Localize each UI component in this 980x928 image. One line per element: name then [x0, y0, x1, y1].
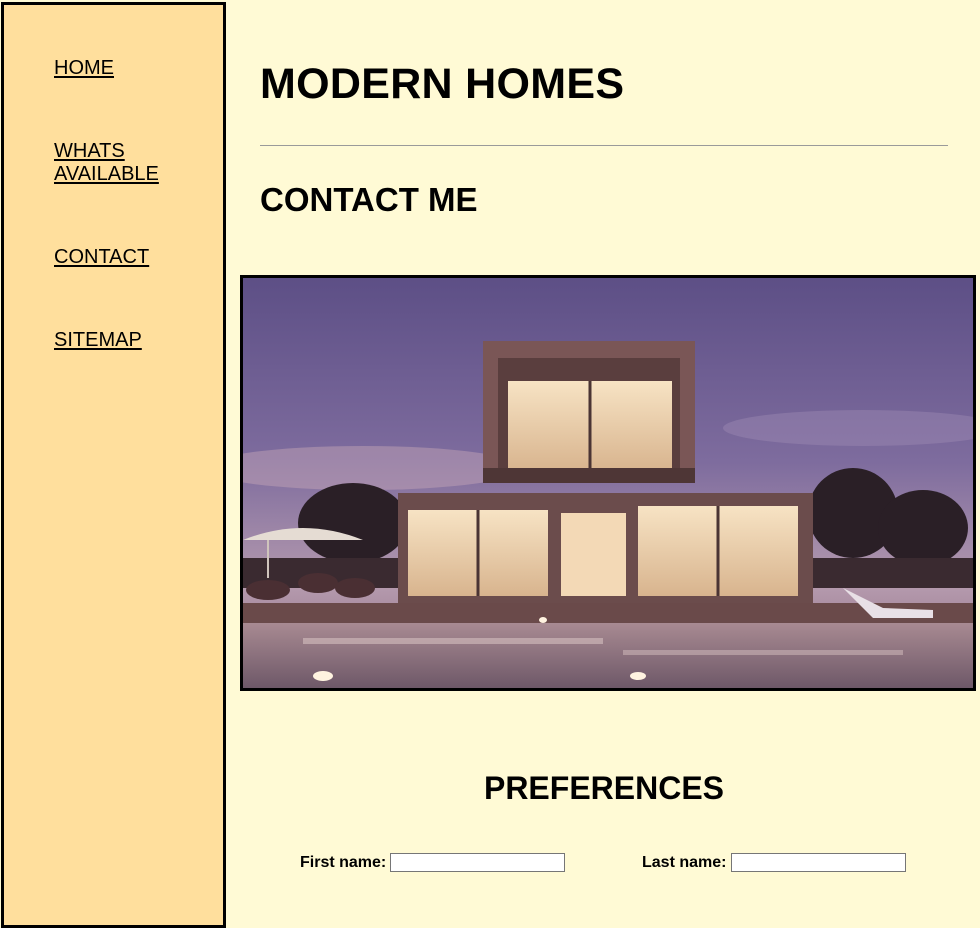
hero-image — [240, 275, 976, 691]
main-content: MODERN HOMES CONTACT ME PREFERENCES Firs… — [224, 0, 980, 916]
nav-link-whats-available[interactable]: WHATS AVAILABLE — [54, 140, 184, 186]
first-name-label: First name: — [300, 854, 387, 871]
first-name-input[interactable] — [390, 853, 565, 872]
nav-link-sitemap[interactable]: SITEMAP — [54, 329, 184, 352]
section-title: CONTACT ME — [260, 181, 478, 218]
preferences-title: PREFERENCES — [483, 770, 725, 806]
sidebar: HOME WHATS AVAILABLE CONTACT SITEMAP — [1, 2, 226, 928]
nav-link-home[interactable]: HOME — [54, 57, 184, 80]
modern-house-illustration — [243, 278, 973, 688]
last-name-label: Last name: — [642, 854, 727, 871]
nav-link-contact[interactable]: CONTACT — [54, 246, 184, 269]
site-title: MODERN HOMES — [260, 60, 625, 108]
title-divider — [260, 145, 948, 146]
last-name-input[interactable] — [731, 853, 906, 872]
